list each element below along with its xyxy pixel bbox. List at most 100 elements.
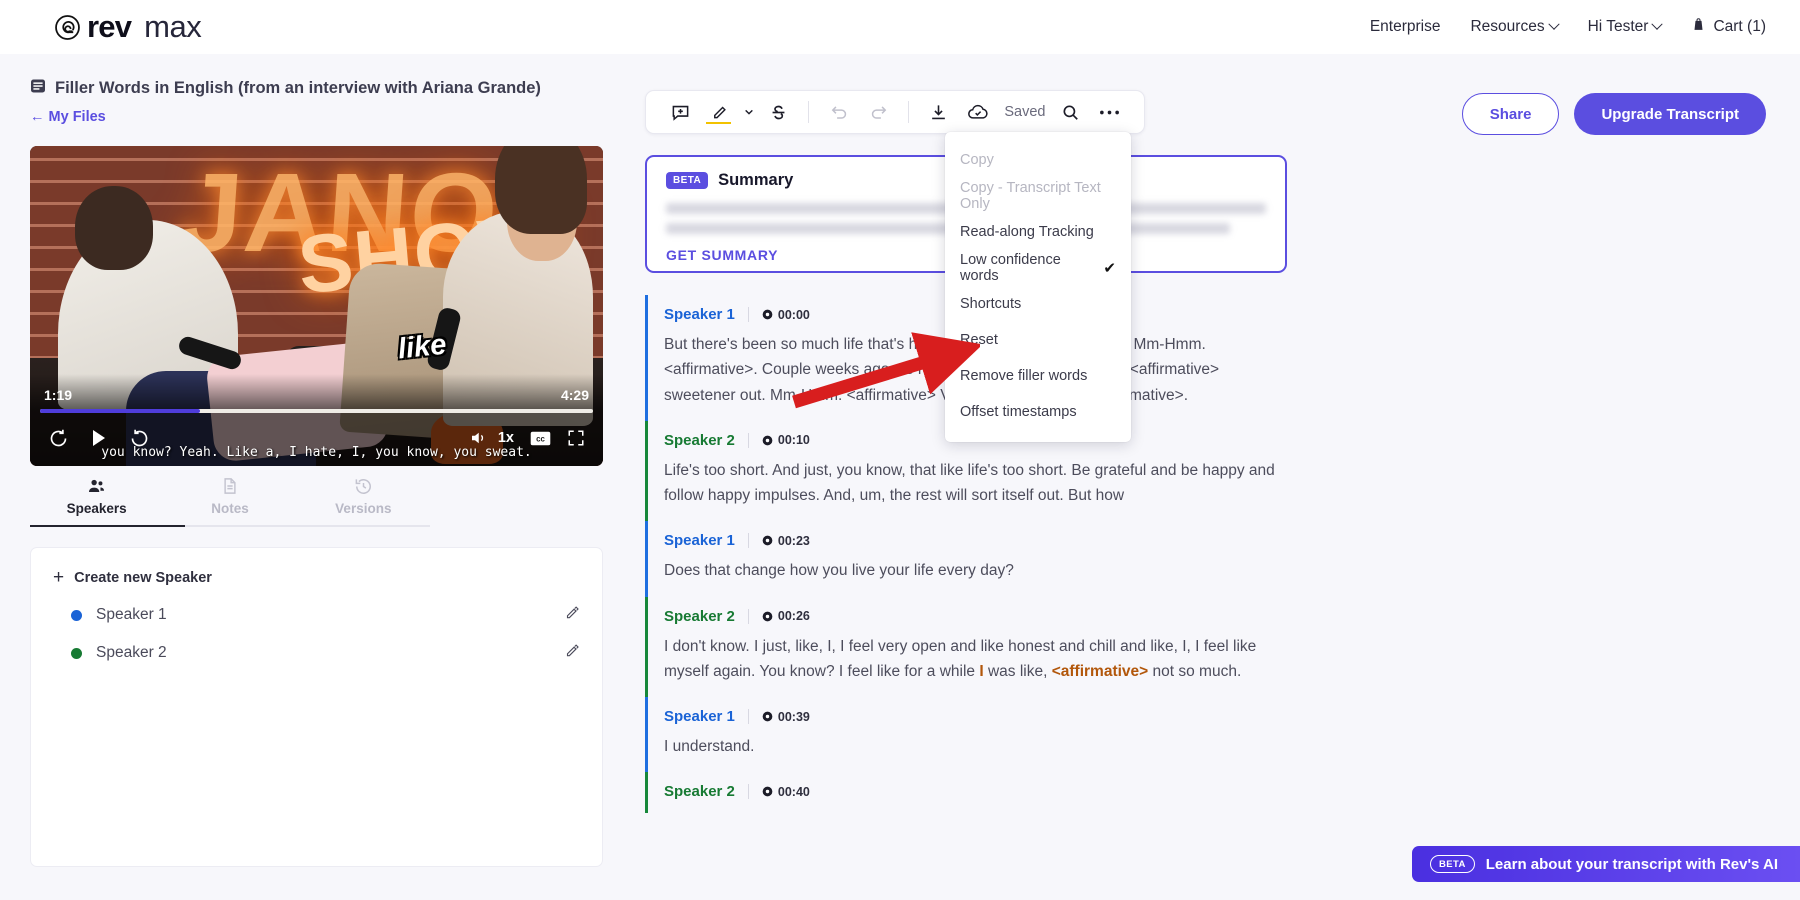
video-progress-fill	[40, 409, 200, 413]
menu-item-reset[interactable]: Reset	[945, 322, 1131, 358]
tab-versions[interactable]: Versions	[297, 476, 430, 525]
transcript-timestamp[interactable]: 00:26	[778, 609, 810, 623]
menu-item-copy-transcript-text-only-label: Copy - Transcript Text Only	[960, 180, 1116, 212]
transcript-text[interactable]: I don't know. I just, like, I, I feel ve…	[664, 634, 1287, 685]
chevron-down-icon	[1652, 19, 1663, 30]
transcript-speaker-name[interactable]: Speaker 1	[664, 306, 735, 323]
search-icon[interactable]	[1051, 93, 1088, 131]
rev-ai-banner[interactable]: BETA Learn about your transcript with Re…	[1412, 846, 1800, 882]
rev-max-logo[interactable]: rev max	[55, 9, 201, 45]
transcript-speaker-name[interactable]: Speaker 2	[664, 432, 735, 449]
edit-pencil-icon[interactable]	[565, 643, 580, 663]
upgrade-transcript-button[interactable]: Upgrade Transcript	[1574, 93, 1766, 135]
tabs-underline	[30, 525, 430, 527]
menu-item-read-along-tracking[interactable]: Read-along Tracking	[945, 214, 1131, 250]
transcript-text[interactable]: Does that change how you live your life …	[664, 558, 1287, 583]
create-new-speaker-button[interactable]: + Create new Speaker	[53, 568, 580, 587]
menu-item-copy-transcript-text-only[interactable]: Copy - Transcript Text Only	[945, 178, 1131, 214]
speaker-color-dot	[71, 610, 82, 621]
tab-versions-label: Versions	[297, 501, 430, 516]
speaker-name: Speaker 1	[96, 606, 167, 624]
download-icon[interactable]	[920, 93, 957, 131]
top-nav-links: Enterprise Resources Hi Tester Cart (1)	[1370, 17, 1766, 37]
transcript-document-icon	[30, 78, 46, 99]
transcript-block[interactable]: Speaker 1 00:39 I understand.	[645, 697, 1287, 772]
menu-item-shortcuts-label: Shortcuts	[960, 296, 1021, 312]
transcript-speaker-name[interactable]: Speaker 2	[664, 608, 735, 625]
tab-speakers[interactable]: Speakers	[30, 476, 163, 525]
highlighter-color-swatch	[706, 122, 731, 125]
strikethrough-icon[interactable]	[760, 93, 797, 131]
people-icon	[30, 476, 163, 496]
active-tab-indicator	[30, 525, 185, 527]
save-status-label: Saved	[1004, 104, 1045, 120]
highlighter-icon[interactable]	[701, 93, 738, 131]
menu-item-low-confidence-words[interactable]: Low confidence words ✔	[945, 250, 1131, 286]
speaker-list-item[interactable]: Speaker 2	[53, 643, 580, 663]
create-new-speaker-label: Create new Speaker	[74, 570, 212, 586]
transcript-timestamp[interactable]: 00:40	[778, 785, 810, 799]
transcript-speaker-name[interactable]: Speaker 1	[664, 532, 735, 549]
speaker-name: Speaker 2	[96, 644, 167, 662]
header-divider	[748, 709, 749, 724]
header-divider	[748, 433, 749, 448]
video-person-right-hair	[495, 146, 587, 234]
share-button[interactable]: Share	[1462, 93, 1560, 135]
transcript-text[interactable]: I understand.	[664, 734, 1287, 759]
menu-item-copy[interactable]: Copy	[945, 142, 1131, 178]
redo-icon[interactable]	[860, 93, 897, 131]
cart-button[interactable]: Cart (1)	[1691, 17, 1766, 37]
speakers-panel: + Create new Speaker Speaker 1 Speaker 2	[30, 547, 603, 867]
nav-item-enterprise[interactable]: Enterprise	[1370, 18, 1441, 36]
menu-item-copy-label: Copy	[960, 152, 994, 168]
back-to-my-files-link[interactable]: ← My Files	[30, 109, 603, 125]
transcript-block[interactable]: Speaker 2 00:40	[645, 772, 1287, 813]
playback-speed-button[interactable]: 1x	[498, 430, 514, 446]
menu-item-offset-timestamps-label: Offset timestamps	[960, 404, 1077, 420]
add-comment-icon[interactable]	[662, 93, 699, 131]
menu-item-remove-filler-words[interactable]: Remove filler words	[945, 358, 1131, 394]
saved-cloud-icon	[959, 93, 996, 131]
left-panel-tabs: Speakers Notes Versions	[30, 476, 430, 525]
low-confidence-word[interactable]: I	[979, 663, 983, 680]
nav-item-enterprise-label: Enterprise	[1370, 18, 1441, 36]
transcript-block[interactable]: Speaker 1 00:23 Does that change how you…	[645, 521, 1287, 596]
closed-captions-icon[interactable]: cc	[530, 431, 551, 446]
menu-item-offset-timestamps[interactable]: Offset timestamps	[945, 394, 1131, 430]
nav-item-account[interactable]: Hi Tester	[1588, 18, 1662, 36]
undo-icon[interactable]	[820, 93, 857, 131]
speaker-list-item[interactable]: Speaker 1	[53, 605, 580, 625]
tab-notes[interactable]: Notes	[163, 476, 296, 525]
toolbar-divider	[808, 101, 809, 123]
video-progress-bar[interactable]	[40, 409, 593, 413]
editor-toolbar: Saved	[645, 90, 1145, 134]
video-current-time: 1:19	[44, 387, 72, 403]
nav-item-account-label: Hi Tester	[1588, 18, 1649, 36]
transcript-timestamp[interactable]: 00:10	[778, 433, 810, 447]
transcript-block-header: Speaker 2 00:40	[664, 783, 1287, 800]
more-options-icon[interactable]	[1091, 93, 1128, 131]
clock-icon	[762, 786, 773, 797]
cart-label: Cart (1)	[1713, 18, 1766, 36]
transcript-speaker-name[interactable]: Speaker 1	[664, 708, 735, 725]
logo-text-max: max	[144, 9, 201, 45]
video-caption-text: you know? Yeah. Like a, I hate, I, you k…	[30, 445, 603, 460]
transcript-block[interactable]: Speaker 2 00:26 I don't know. I just, li…	[645, 597, 1287, 698]
clock-icon	[762, 611, 773, 622]
transcript-block-header: Speaker 2 00:26	[664, 608, 1287, 625]
video-overlay-like: like	[396, 329, 448, 367]
transcript-timestamp[interactable]: 00:23	[778, 534, 810, 548]
speaker-color-dot	[71, 648, 82, 659]
highlighter-dropdown-chevron[interactable]	[741, 93, 759, 131]
transcript-speaker-name[interactable]: Speaker 2	[664, 783, 735, 800]
transcript-text[interactable]: Life's too short. And just, you know, th…	[664, 458, 1287, 509]
transcript-timestamp[interactable]: 00:00	[778, 308, 810, 322]
transcript-timestamp[interactable]: 00:39	[778, 710, 810, 724]
video-player[interactable]: JANO SHOW like 1:19 4:29	[30, 146, 603, 466]
svg-text:cc: cc	[536, 434, 545, 443]
menu-item-shortcuts[interactable]: Shortcuts	[945, 286, 1131, 322]
edit-pencil-icon[interactable]	[565, 605, 580, 625]
app-root: rev max Enterprise Resources Hi Tester	[0, 0, 1800, 900]
low-confidence-word[interactable]: <affirmative>	[1052, 663, 1149, 680]
nav-item-resources[interactable]: Resources	[1470, 18, 1557, 36]
